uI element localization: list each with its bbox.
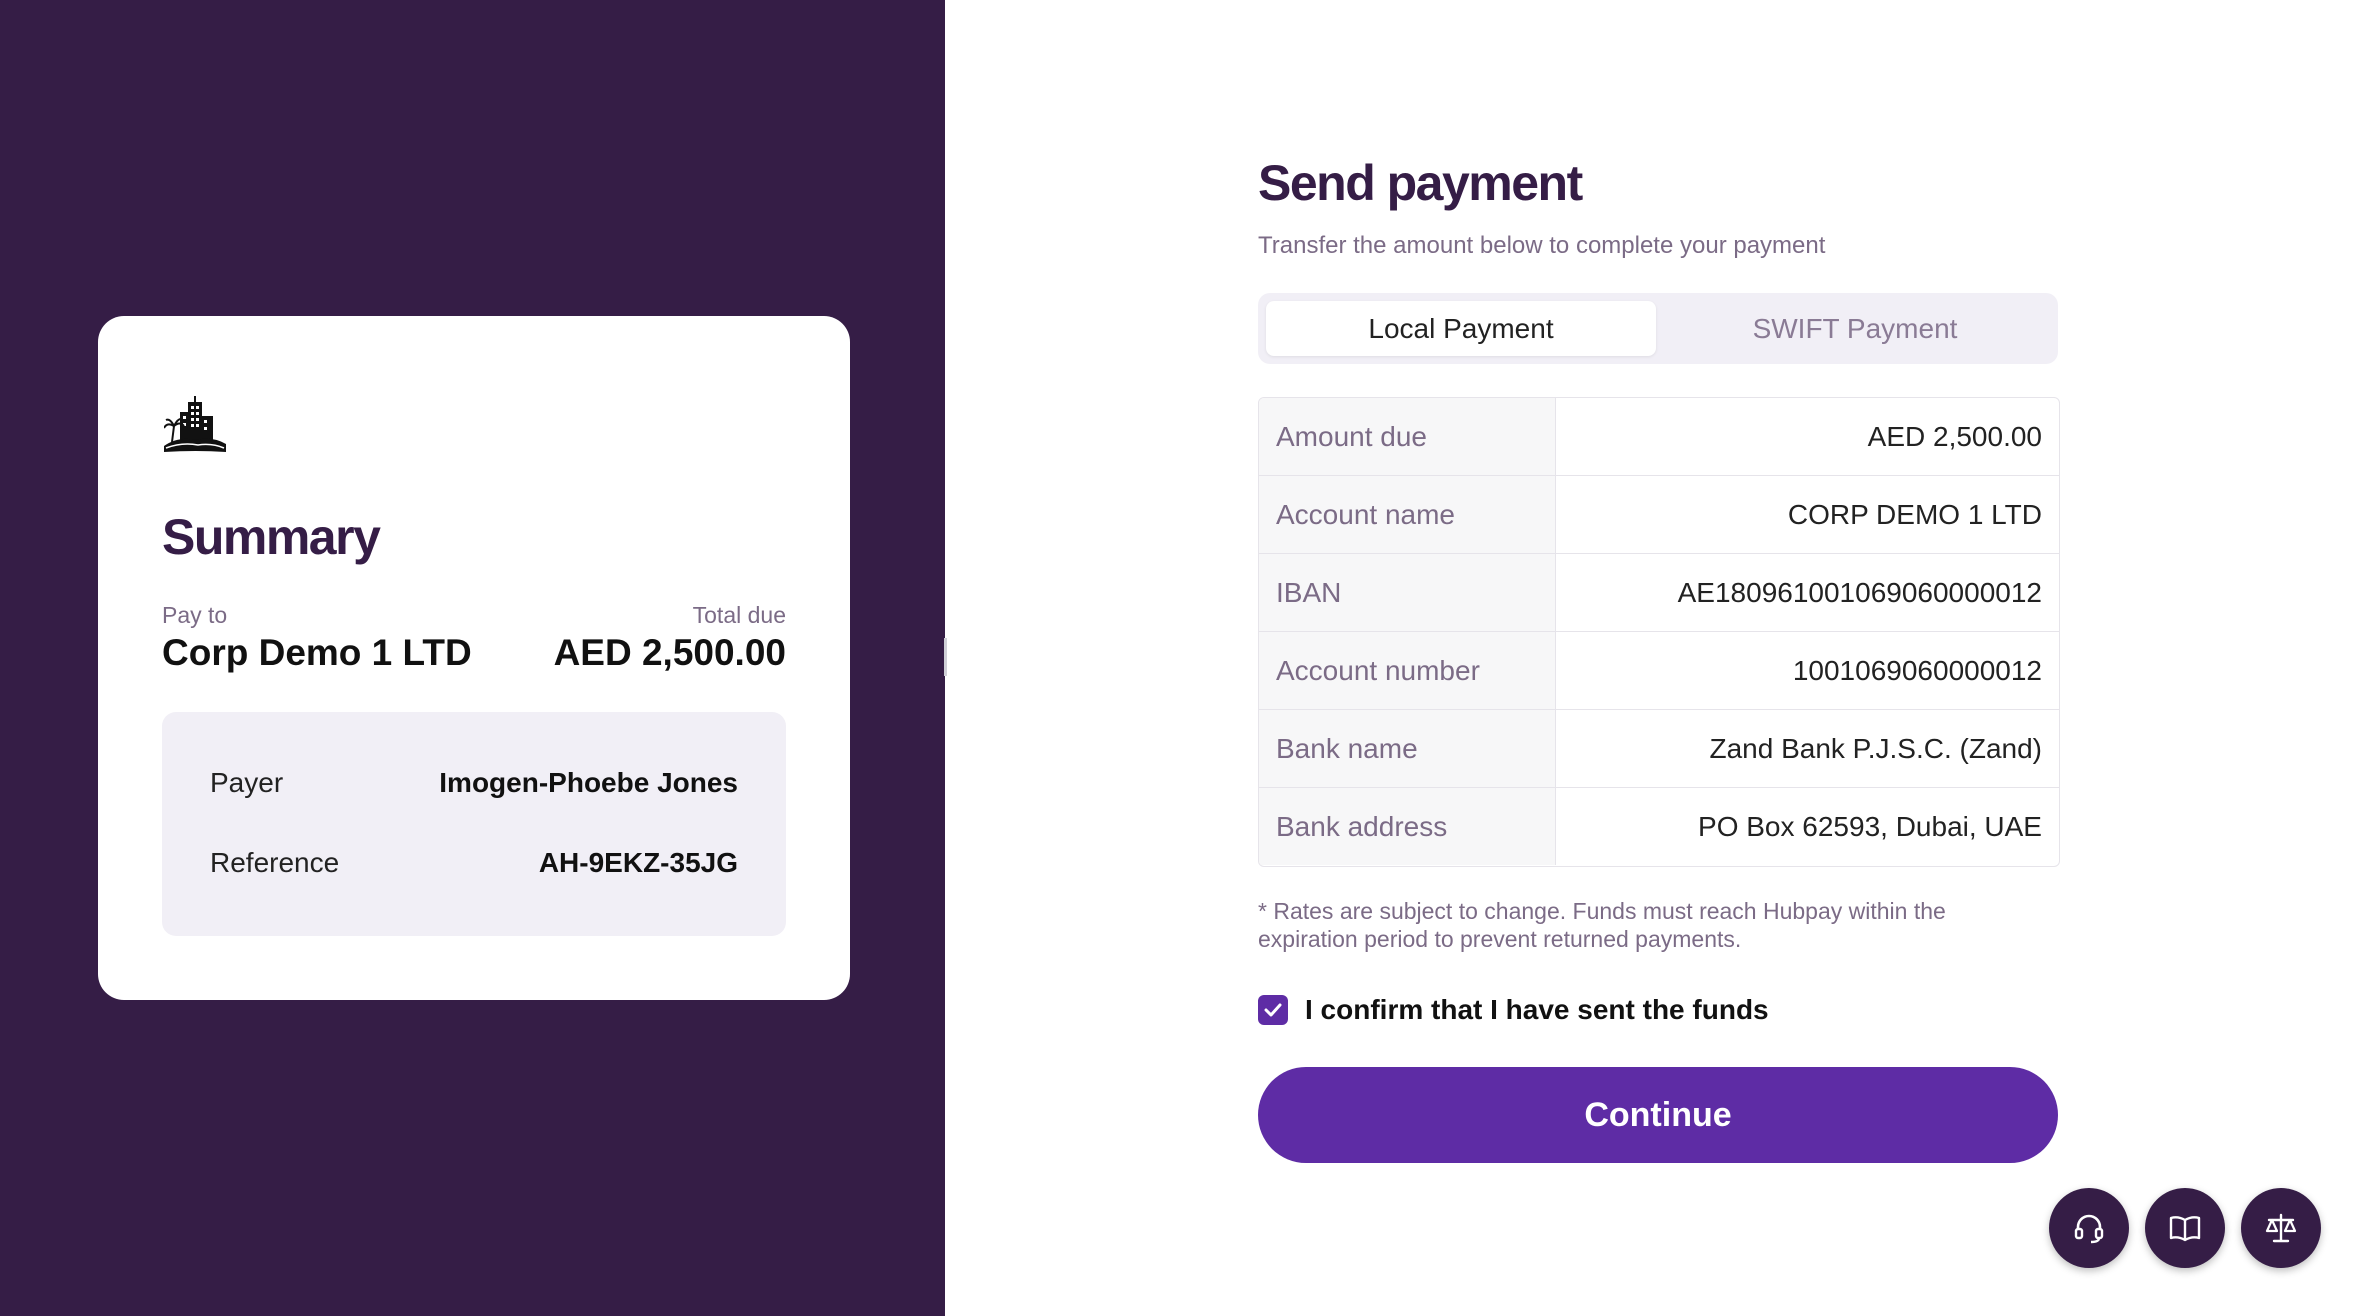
bank-name-label: Bank name	[1259, 710, 1556, 787]
book-icon	[2169, 1216, 2201, 1242]
scale-icon	[2265, 1213, 2297, 1243]
page-title: Send payment	[1258, 155, 1583, 211]
payer-details: Payer Imogen-Phoebe Jones Reference AH-9…	[162, 712, 786, 936]
table-row: IBAN AE180961001069060000012	[1259, 554, 2059, 632]
guide-button[interactable]	[2145, 1188, 2225, 1268]
pay-to-value: Corp Demo 1 LTD	[162, 632, 472, 673]
confirm-label[interactable]: I confirm that I have sent the funds	[1305, 994, 1769, 1026]
left-panel: Summary Pay to Corp Demo 1 LTD Total due…	[0, 0, 945, 1316]
table-row: Amount due AED 2,500.00	[1259, 398, 2059, 476]
account-name-value: CORP DEMO 1 LTD	[1787, 499, 2042, 530]
rates-note: * Rates are subject to change. Funds mus…	[1258, 898, 1946, 952]
building-palm-icon	[163, 396, 226, 454]
reference-value: AH-9EKZ-35JG	[538, 847, 738, 878]
account-number-label: Account number	[1259, 632, 1556, 709]
bank-address-value: PO Box 62593, Dubai, UAE	[1698, 811, 2042, 842]
confirm-checkbox[interactable]	[1258, 995, 1288, 1025]
total-due-value: AED 2,500.00	[553, 632, 786, 673]
amount-due-value: AED 2,500.00	[1867, 421, 2042, 452]
total-due-label: Total due	[692, 602, 786, 628]
bank-name-value: Zand Bank P.J.S.C. (Zand)	[1709, 733, 2042, 764]
headset-icon	[2074, 1214, 2104, 1244]
payer-row: Payer Imogen-Phoebe Jones	[210, 767, 738, 807]
table-row: Bank address PO Box 62593, Dubai, UAE	[1259, 788, 2059, 865]
bank-address-label: Bank address	[1259, 788, 1556, 865]
summary-card: Summary Pay to Corp Demo 1 LTD Total due…	[98, 316, 850, 1000]
tab-local-payment[interactable]: Local Payment	[1266, 301, 1656, 356]
continue-button[interactable]: Continue	[1258, 1067, 2058, 1163]
legal-button[interactable]	[2241, 1188, 2321, 1268]
table-row: Account name CORP DEMO 1 LTD	[1259, 476, 2059, 554]
tab-swift-payment[interactable]: SWIFT Payment	[1660, 301, 2050, 356]
amount-due-label: Amount due	[1259, 398, 1556, 475]
iban-value: AE180961001069060000012	[1677, 577, 2042, 608]
page-subtitle: Transfer the amount below to complete yo…	[1258, 232, 1826, 259]
check-icon	[1264, 1003, 1282, 1017]
account-name-label: Account name	[1259, 476, 1556, 553]
bank-details-table: Amount due AED 2,500.00 Account name COR…	[1258, 397, 2060, 867]
account-number-value: 1001069060000012	[1792, 655, 2042, 686]
table-row: Account number 1001069060000012	[1259, 632, 2059, 710]
payment-method-tabs: Local Payment SWIFT Payment	[1258, 293, 2058, 364]
reference-row: Reference AH-9EKZ-35JG	[210, 847, 738, 887]
panel-divider	[944, 638, 947, 676]
iban-label: IBAN	[1259, 554, 1556, 631]
summary-title: Summary	[162, 509, 381, 565]
payer-value: Imogen-Phoebe Jones	[439, 767, 738, 798]
pay-to-label: Pay to	[162, 602, 228, 628]
table-row: Bank name Zand Bank P.J.S.C. (Zand)	[1259, 710, 2059, 788]
payer-label: Payer	[210, 767, 284, 798]
reference-label: Reference	[210, 847, 340, 878]
support-button[interactable]	[2049, 1188, 2129, 1268]
